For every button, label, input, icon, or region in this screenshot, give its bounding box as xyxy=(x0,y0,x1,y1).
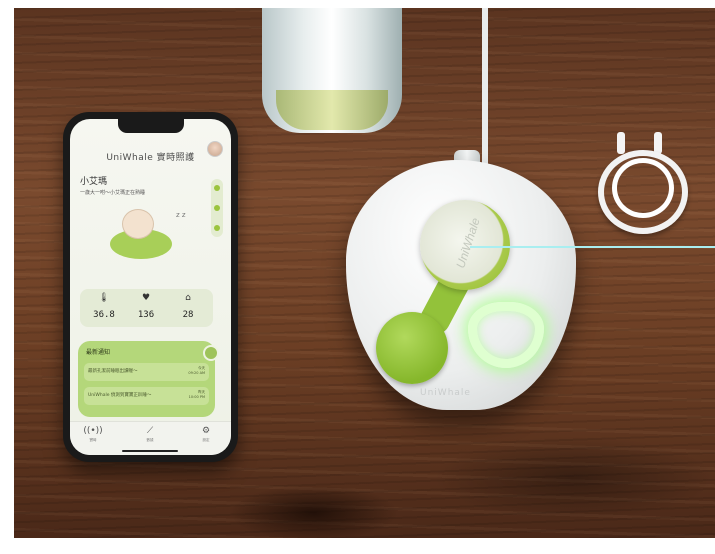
phone-notch xyxy=(118,119,184,133)
avatar[interactable] xyxy=(207,141,223,157)
notifications-card[interactable]: 最新通知 最新孔潔前睡眠出讀喔～ 今天 09:20 AM UniWhale 偵測… xyxy=(78,341,219,417)
tab-label: 數據 xyxy=(146,438,154,442)
notification-time: 今天 09:20 AM xyxy=(188,366,205,375)
sensor-pad xyxy=(376,312,448,384)
smartphone: UniWhale 實時照護 小艾瑪 一歲大一咐～小艾瑪正在熟睡 z z 🌡 36… xyxy=(63,112,238,462)
baby-status: 一歲大一咐～小艾瑪正在熟睡 xyxy=(80,190,146,196)
tab-settings[interactable]: ⚙ 設定 xyxy=(191,426,221,443)
sleeping-baby-illustration xyxy=(110,209,172,261)
side-status-strip xyxy=(211,179,223,237)
vital-temperature: 🌡 36.8 xyxy=(84,293,124,320)
notification-text: 最新孔潔前睡眠出讀喔～ xyxy=(88,369,138,374)
lungs-icon: ⌂ xyxy=(185,293,191,303)
phone-screen: UniWhale 實時照護 小艾瑪 一歲大一咐～小艾瑪正在熟睡 z z 🌡 36… xyxy=(70,119,231,455)
baby-head xyxy=(122,209,154,239)
heart-icon: ♥ xyxy=(141,293,151,303)
notification-text: UniWhale 偵測到寶寶正趴睡～ xyxy=(88,393,152,398)
base-brand-text: UniWhale xyxy=(420,388,471,398)
status-dot-icon xyxy=(214,185,220,191)
clip-ring-inner xyxy=(612,158,674,218)
baby-name: 小艾瑪 xyxy=(80,177,108,187)
ring-tab-left xyxy=(617,132,625,154)
sleep-zz-icon: z z xyxy=(176,211,186,219)
vital-respiration: ⌂ 28 xyxy=(168,293,208,320)
thermometer-icon: 🌡 xyxy=(98,293,110,303)
notification-time: 昨天 10:00 PM xyxy=(188,390,205,399)
callout-line xyxy=(470,246,715,248)
baby-bottle xyxy=(262,8,402,133)
app-title: UniWhale 實時照護 xyxy=(106,153,195,163)
notification-item[interactable]: UniWhale 偵測到寶寶正趴睡～ 昨天 10:00 PM xyxy=(84,387,209,405)
expand-toggle[interactable] xyxy=(203,345,219,361)
power-cable xyxy=(462,8,488,173)
notification-item[interactable]: 最新孔潔前睡眠出讀喔～ 今天 09:20 AM xyxy=(84,363,209,381)
vital-heart-rate: ♥ 136 xyxy=(126,293,166,320)
temperature-value: 36.8 xyxy=(93,310,115,320)
tab-live[interactable]: ((•)) 實時 xyxy=(78,426,108,443)
vitals-panel: 🌡 36.8 ♥ 136 ⌂ 28 xyxy=(80,289,213,327)
broadcast-icon: ((•)) xyxy=(83,426,103,436)
status-dot-icon xyxy=(214,205,220,211)
home-indicator xyxy=(122,450,178,452)
chart-icon: ⟋ xyxy=(146,426,154,436)
tab-data[interactable]: ⟋ 數據 xyxy=(135,426,165,443)
notifications-title: 最新通知 xyxy=(86,349,111,356)
heart-rate-value: 136 xyxy=(137,310,155,320)
gear-icon: ⚙ xyxy=(201,426,211,436)
respiration-value: 28 xyxy=(182,310,194,320)
status-dot-icon xyxy=(214,225,220,231)
tab-label: 設定 xyxy=(202,438,210,442)
bottom-tab-bar: ((•)) 實時 ⟋ 數據 ⚙ 設定 xyxy=(70,421,231,455)
tab-label: 實時 xyxy=(89,438,97,442)
